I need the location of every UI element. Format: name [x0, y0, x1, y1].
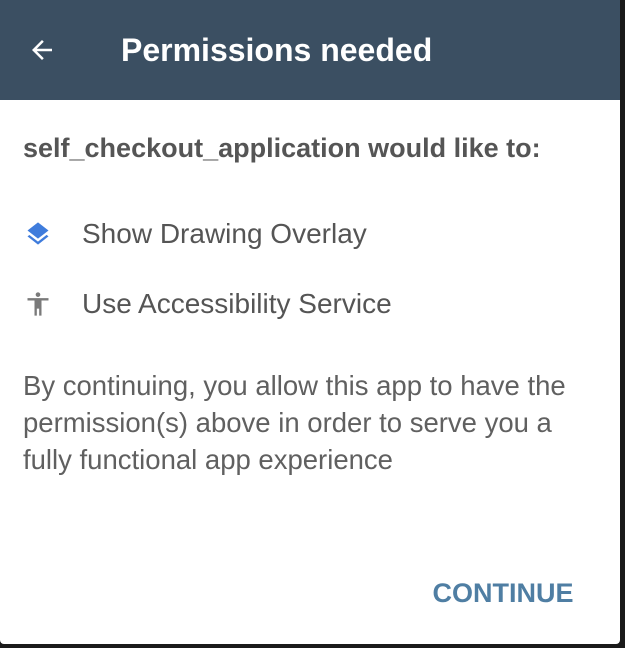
- arrow-back-icon: [32, 40, 52, 60]
- permission-item-accessibility: Use Accessibility Service: [23, 284, 392, 324]
- back-button[interactable]: [22, 30, 62, 70]
- permissions-dialog: Permissions needed self_checkout_applica…: [0, 0, 620, 644]
- description-text: By continuing, you allow this app to hav…: [23, 370, 566, 475]
- permission-label: Show Drawing Overlay: [82, 218, 367, 249]
- accessibility-icon: [23, 289, 53, 319]
- continue-button[interactable]: CONTINUE: [418, 570, 588, 616]
- dialog-heading: self_checkout_application would like to:: [23, 133, 541, 163]
- permission-label: Use Accessibility Service: [82, 288, 392, 319]
- permission-item-overlay: Show Drawing Overlay: [23, 214, 367, 254]
- layers-icon: [23, 219, 53, 249]
- app-bar: Permissions needed: [0, 0, 620, 100]
- page-title: Permissions needed: [121, 32, 433, 68]
